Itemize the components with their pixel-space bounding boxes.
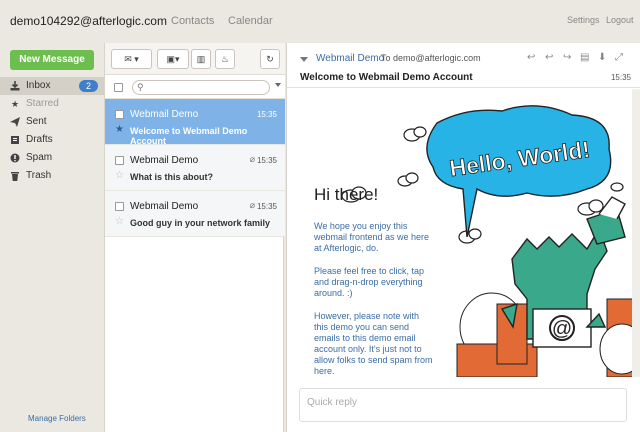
recipient: To demo@afterlogic.com [381, 53, 481, 63]
search-options-chevron-icon[interactable] [275, 83, 281, 87]
folder-list: Inbox 2 ★ Starred Sent Drafts Spam Trash [0, 77, 104, 185]
list-item[interactable]: Webmail Demo ⌀ 15:35 ☆ Good guy in your … [105, 191, 285, 237]
inbox-icon [10, 81, 20, 91]
reading-pane: Webmail Demo To demo@afterlogic.com ↩ ↩ … [286, 43, 640, 432]
message-time: 15:35 [256, 202, 277, 211]
body-paragraph-2: Please feel free to click, tap and drag-… [314, 266, 425, 298]
reply-all-icon[interactable]: ↩ [545, 52, 553, 63]
quick-reply-placeholder: Quick reply [307, 397, 358, 408]
message-from: Webmail Demo [130, 109, 199, 120]
reader-scrollbar[interactable] [632, 89, 640, 377]
folder-move-icon: ▣ [166, 54, 175, 64]
folder-sent[interactable]: Sent [0, 113, 104, 131]
account-email[interactable]: demo104292@afterlogic.com [10, 14, 167, 28]
spam-button[interactable]: ♨ [215, 49, 235, 69]
message-subject-title: Welcome to Webmail Demo Account [300, 72, 473, 83]
folder-spam[interactable]: Spam [0, 149, 104, 167]
refresh-icon: ↻ [266, 54, 274, 64]
reply-icon[interactable]: ↩ [527, 52, 535, 63]
settings-link[interactable]: Settings [567, 15, 600, 25]
message-body: Hello, World! @ Hi there! We hope you en… [287, 89, 640, 377]
folder-drafts[interactable]: Drafts [0, 131, 104, 149]
quick-reply-field[interactable]: Quick reply [299, 388, 627, 422]
mark-read-button[interactable]: ✉ ▾ [111, 49, 152, 69]
message-subject: Good guy in your network family [130, 218, 271, 228]
list-item[interactable]: Webmail Demo ⌀ 15:35 ☆ What is this abou… [105, 145, 285, 191]
forward-icon[interactable]: ↪ [563, 52, 571, 63]
open-window-icon[interactable]: ⤢ [615, 52, 623, 63]
save-icon[interactable]: ⬇ [598, 52, 606, 63]
folder-inbox[interactable]: Inbox 2 [0, 77, 104, 95]
nav-calendar[interactable]: Calendar [228, 15, 273, 27]
nav-contacts[interactable]: Contacts [171, 15, 214, 27]
top-bar: demo104292@afterlogic.com Contacts Calen… [0, 0, 640, 40]
move-to-folder-button[interactable]: ▣▾ [157, 49, 189, 69]
folder-label: Sent [26, 116, 47, 127]
folder-trash[interactable]: Trash [0, 167, 104, 185]
list-toolbar: ✉ ▾ ▣▾ ▥ ♨ ↻ [105, 43, 285, 75]
folder-label: Inbox [26, 80, 51, 91]
refresh-button[interactable]: ↻ [260, 49, 280, 69]
message-from: Webmail Demo [130, 201, 199, 212]
star-icon[interactable]: ☆ [115, 170, 124, 181]
greeting-heading: Hi there! [314, 185, 379, 204]
message-checkbox[interactable] [115, 202, 124, 211]
message-checkbox[interactable] [115, 156, 124, 165]
send-icon [10, 117, 20, 127]
search-icon: ⚲ [137, 82, 144, 92]
delete-button[interactable]: ▥ [191, 49, 211, 69]
message-list-panel: ✉ ▾ ▣▾ ▥ ♨ ↻ ⚲ Webmail Demo 15:35 ★ Welc… [104, 43, 285, 432]
folder-label: Drafts [26, 134, 53, 145]
logout-link[interactable]: Logout [606, 15, 634, 25]
star-icon[interactable]: ★ [115, 124, 124, 135]
message-checkbox[interactable] [115, 110, 124, 119]
body-paragraph-1: We hope you enjoy this webmail frontend … [314, 221, 430, 253]
fire-icon: ♨ [220, 54, 230, 64]
star-icon: ★ [10, 99, 20, 109]
folder-starred[interactable]: ★ Starred [0, 95, 104, 113]
trash-icon [10, 171, 20, 181]
search-row: ⚲ [105, 75, 285, 99]
message-from: Webmail Demo [130, 155, 199, 166]
message-time: 15:35 [256, 156, 277, 165]
drafts-icon [10, 135, 20, 145]
message-header: Webmail Demo To demo@afterlogic.com ↩ ↩ … [287, 43, 640, 88]
body-paragraph-3: However, please note with this demo you … [314, 311, 433, 376]
manage-folders-link[interactable]: Manage Folders [28, 414, 86, 423]
paperclip-icon: ⌀ [249, 154, 255, 164]
folder-label: Trash [26, 170, 52, 181]
message-time: 15:35 [256, 110, 277, 119]
mascot-symbol: @ [552, 318, 572, 340]
chevron-down-icon: ▾ [174, 54, 180, 64]
trash-icon: ▥ [196, 54, 206, 64]
spam-icon [10, 153, 20, 163]
chevron-down-icon: ▾ [134, 54, 139, 64]
message-time: 15:35 [610, 73, 631, 82]
unread-count-badge: 2 [78, 80, 98, 92]
select-all-checkbox[interactable] [114, 83, 123, 92]
paperclip-icon: ⌀ [249, 200, 255, 210]
message-subject: What is this about? [130, 172, 213, 182]
new-message-button[interactable]: New Message [10, 50, 94, 70]
print-icon[interactable]: ▤ [580, 52, 589, 63]
folder-label: Spam [26, 152, 53, 163]
collapse-chevron-icon[interactable] [300, 57, 308, 62]
sender-name[interactable]: Webmail Demo [316, 53, 384, 64]
list-item[interactable]: Webmail Demo 15:35 ★ Welcome to Webmail … [105, 99, 285, 146]
star-icon[interactable]: ☆ [115, 216, 124, 227]
search-input[interactable]: ⚲ [132, 80, 270, 95]
folder-label: Starred [26, 98, 59, 109]
message-subject: Welcome to Webmail Demo Account [130, 126, 248, 146]
envelope-icon: ✉ [124, 54, 132, 64]
